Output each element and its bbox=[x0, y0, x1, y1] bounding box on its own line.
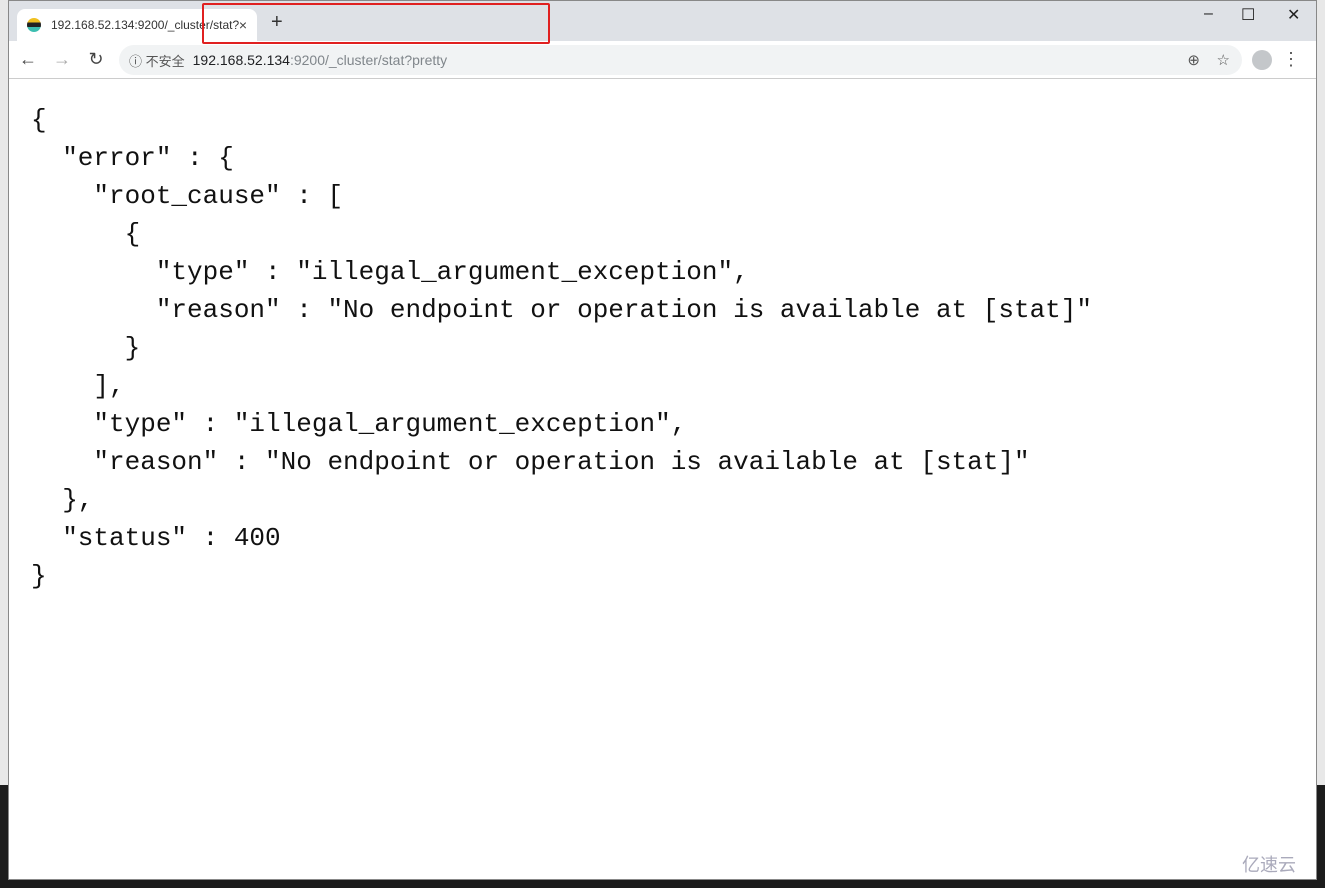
url-text[interactable]: 192.168.52.134:9200/_cluster/stat?pretty bbox=[193, 52, 448, 68]
zoom-icon[interactable]: ⊕ bbox=[1187, 51, 1200, 69]
url-path: :9200/_cluster/stat?pretty bbox=[289, 52, 448, 68]
toolbar: ← → ↻ ⓘ 不安全 192.168.52.134:9200/_cluster… bbox=[9, 41, 1316, 79]
back-button[interactable]: ← bbox=[13, 49, 43, 70]
json-response: { "error" : { "root_cause" : [ { "type" … bbox=[31, 105, 1092, 591]
watermark-logo: 亿速云 bbox=[1236, 851, 1302, 877]
maximize-button[interactable]: ☐ bbox=[1241, 5, 1255, 25]
close-window-button[interactable]: ✕ bbox=[1287, 5, 1300, 25]
elastic-favicon-icon bbox=[27, 18, 41, 32]
url-host: 192.168.52.134 bbox=[192, 52, 290, 68]
forward-button[interactable]: → bbox=[47, 49, 77, 70]
url-highlight-box bbox=[202, 3, 550, 44]
address-bar[interactable]: ⓘ 不安全 192.168.52.134:9200/_cluster/stat?… bbox=[119, 45, 1242, 75]
bookmark-star-icon[interactable]: ☆ bbox=[1217, 51, 1230, 69]
browser-window: 192.168.52.134:9200/_cluster/stat?pretty… bbox=[8, 0, 1317, 880]
security-indicator[interactable]: ⓘ 不安全 bbox=[129, 51, 185, 70]
profile-avatar[interactable] bbox=[1252, 50, 1272, 70]
menu-icon[interactable]: ⋮ bbox=[1282, 49, 1300, 70]
reload-button[interactable]: ↻ bbox=[81, 49, 111, 70]
minimize-button[interactable]: – bbox=[1204, 5, 1213, 23]
